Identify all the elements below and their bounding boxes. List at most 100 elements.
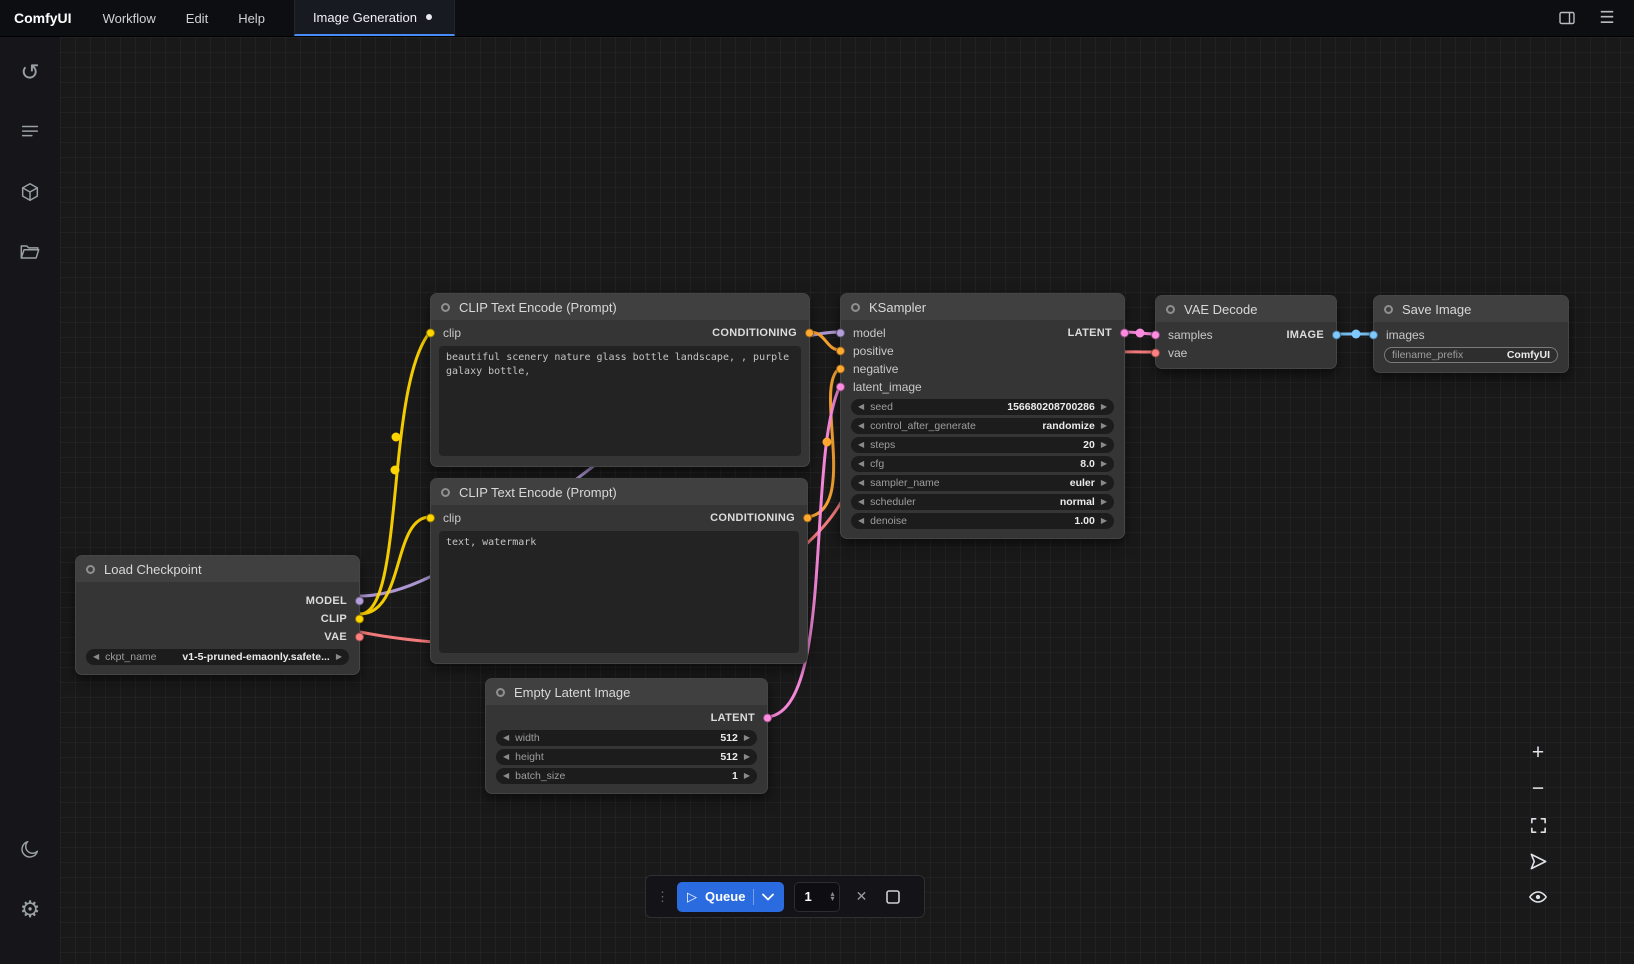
decrement-arrow-icon[interactable]: ◀ bbox=[503, 753, 509, 761]
decrement-arrow-icon[interactable]: ◀ bbox=[858, 441, 864, 449]
node-header[interactable]: CLIP Text Encode (Prompt) bbox=[431, 294, 809, 320]
toggle-visibility-eye-icon[interactable] bbox=[1526, 885, 1550, 909]
batch-count-input[interactable]: 1 ▴ ▾ bbox=[794, 882, 840, 912]
collapse-toggle[interactable] bbox=[496, 688, 505, 697]
widget-scheduler[interactable]: ◀ scheduler normal ▶ bbox=[851, 494, 1114, 510]
widget-seed[interactable]: ◀ seed 156680208700286 ▶ bbox=[851, 399, 1114, 415]
input-dot-clip[interactable] bbox=[426, 514, 435, 523]
collapse-toggle[interactable] bbox=[1384, 305, 1393, 314]
zoom-in-icon[interactable]: + bbox=[1526, 741, 1550, 765]
node-vae-decode[interactable]: VAE Decode samples IMAGE vae bbox=[1155, 295, 1337, 369]
increment-arrow-icon[interactable]: ▶ bbox=[1101, 517, 1107, 525]
node-header[interactable]: Empty Latent Image bbox=[486, 679, 767, 705]
menu-workflow[interactable]: Workflow bbox=[88, 0, 171, 36]
output-dot-vae[interactable] bbox=[355, 633, 364, 642]
clear-queue-icon[interactable]: ✕ bbox=[850, 886, 872, 908]
collapse-toggle[interactable] bbox=[441, 488, 450, 497]
widget-filename-prefix[interactable]: filename_prefix ComfyUI bbox=[1384, 347, 1558, 363]
decrement-arrow-icon[interactable]: ◀ bbox=[93, 653, 99, 661]
input-dot-latent-image[interactable] bbox=[836, 383, 845, 392]
output-dot-conditioning[interactable] bbox=[803, 514, 812, 523]
increment-arrow-icon[interactable]: ▶ bbox=[336, 653, 342, 661]
increment-arrow-icon[interactable]: ▶ bbox=[744, 734, 750, 742]
widget-ckpt-name[interactable]: ◀ ckpt_name v1-5-pruned-emaonly.safete..… bbox=[86, 649, 349, 665]
decrement-arrow-icon[interactable]: ◀ bbox=[858, 460, 864, 468]
output-dot-conditioning[interactable] bbox=[805, 329, 814, 338]
input-dot-positive[interactable] bbox=[836, 347, 845, 356]
node-header[interactable]: CLIP Text Encode (Prompt) bbox=[431, 479, 807, 505]
output-dot-image[interactable] bbox=[1332, 331, 1341, 340]
input-dot-vae[interactable] bbox=[1151, 349, 1160, 358]
zoom-out-icon[interactable]: − bbox=[1526, 777, 1550, 801]
node-clip-text-encode-negative[interactable]: CLIP Text Encode (Prompt) clip CONDITION… bbox=[430, 478, 808, 664]
history-icon[interactable]: ↺ bbox=[11, 53, 49, 91]
node-canvas[interactable]: Load Checkpoint MODEL CLIP VAE ◀ bbox=[60, 37, 1634, 964]
widget-cfg[interactable]: ◀ cfg 8.0 ▶ bbox=[851, 456, 1114, 472]
step-down-icon[interactable]: ▾ bbox=[830, 897, 834, 902]
prompt-textarea[interactable]: text, watermark bbox=[439, 531, 799, 653]
node-header[interactable]: Load Checkpoint bbox=[76, 556, 359, 582]
increment-arrow-icon[interactable]: ▶ bbox=[1101, 441, 1107, 449]
node-empty-latent-image[interactable]: Empty Latent Image LATENT ◀ width 512 ▶ … bbox=[485, 678, 768, 794]
node-library-cube-icon[interactable] bbox=[11, 173, 49, 211]
collapse-toggle[interactable] bbox=[1166, 305, 1175, 314]
node-ksampler[interactable]: KSampler model LATENT positive negative bbox=[840, 293, 1125, 539]
decrement-arrow-icon[interactable]: ◀ bbox=[503, 734, 509, 742]
menu-help[interactable]: Help bbox=[223, 0, 280, 36]
collapse-toggle[interactable] bbox=[851, 303, 860, 312]
increment-arrow-icon[interactable]: ▶ bbox=[1101, 479, 1107, 487]
widget-control-after-generate[interactable]: ◀ control_after_generate randomize ▶ bbox=[851, 418, 1114, 434]
widget-sampler-name[interactable]: ◀ sampler_name euler ▶ bbox=[851, 475, 1114, 491]
node-load-checkpoint[interactable]: Load Checkpoint MODEL CLIP VAE ◀ bbox=[75, 555, 360, 675]
collapse-toggle[interactable] bbox=[86, 565, 95, 574]
node-header[interactable]: Save Image bbox=[1374, 296, 1568, 322]
output-dot-clip[interactable] bbox=[355, 615, 364, 624]
node-clip-text-encode-positive[interactable]: CLIP Text Encode (Prompt) clip CONDITION… bbox=[430, 293, 810, 467]
select-mode-arrow-icon[interactable] bbox=[1526, 849, 1550, 873]
increment-arrow-icon[interactable]: ▶ bbox=[1101, 460, 1107, 468]
widget-steps[interactable]: ◀ steps 20 ▶ bbox=[851, 437, 1114, 453]
decrement-arrow-icon[interactable]: ◀ bbox=[858, 517, 864, 525]
decrement-arrow-icon[interactable]: ◀ bbox=[858, 422, 864, 430]
menu-edit[interactable]: Edit bbox=[171, 0, 223, 36]
input-dot-negative[interactable] bbox=[836, 365, 845, 374]
queue-button[interactable]: ▷ Queue bbox=[677, 882, 784, 912]
widget-width[interactable]: ◀ width 512 ▶ bbox=[496, 730, 757, 746]
increment-arrow-icon[interactable]: ▶ bbox=[1101, 498, 1107, 506]
widget-height[interactable]: ◀ height 512 ▶ bbox=[496, 749, 757, 765]
output-dot-model[interactable] bbox=[355, 597, 364, 606]
increment-arrow-icon[interactable]: ▶ bbox=[744, 753, 750, 761]
decrement-arrow-icon[interactable]: ◀ bbox=[503, 772, 509, 780]
log-list-icon[interactable] bbox=[11, 113, 49, 151]
widget-denoise[interactable]: ◀ denoise 1.00 ▶ bbox=[851, 513, 1114, 529]
decrement-arrow-icon[interactable]: ◀ bbox=[858, 498, 864, 506]
hamburger-menu-icon[interactable]: ☰ bbox=[1594, 5, 1620, 31]
input-dot-samples[interactable] bbox=[1151, 331, 1160, 340]
prompt-textarea[interactable]: beautiful scenery nature glass bottle la… bbox=[439, 346, 801, 456]
theme-moon-icon[interactable] bbox=[11, 830, 49, 868]
stop-icon[interactable] bbox=[882, 886, 904, 908]
widget-batch-size[interactable]: ◀ batch_size 1 ▶ bbox=[496, 768, 757, 784]
input-dot-model[interactable] bbox=[836, 329, 845, 338]
node-header[interactable]: KSampler bbox=[841, 294, 1124, 320]
increment-arrow-icon[interactable]: ▶ bbox=[1101, 422, 1107, 430]
output-dot-latent[interactable] bbox=[1120, 329, 1129, 338]
decrement-arrow-icon[interactable]: ◀ bbox=[858, 479, 864, 487]
node-save-image[interactable]: Save Image images filename_prefix ComfyU… bbox=[1373, 295, 1569, 373]
input-dot-clip[interactable] bbox=[426, 329, 435, 338]
chevron-down-icon[interactable] bbox=[762, 893, 774, 901]
node-header[interactable]: VAE Decode bbox=[1156, 296, 1336, 322]
drag-handle-icon[interactable]: ⋮ bbox=[656, 889, 667, 905]
fit-view-icon[interactable] bbox=[1526, 813, 1550, 837]
increment-arrow-icon[interactable]: ▶ bbox=[1101, 403, 1107, 411]
output-dot-latent[interactable] bbox=[763, 714, 772, 723]
settings-gear-icon[interactable]: ⚙ bbox=[11, 890, 49, 928]
increment-arrow-icon[interactable]: ▶ bbox=[744, 772, 750, 780]
tab-image-generation[interactable]: Image Generation bbox=[294, 0, 455, 36]
workflows-folder-icon[interactable] bbox=[11, 233, 49, 271]
panel-toggle-icon[interactable] bbox=[1554, 5, 1580, 31]
decrement-arrow-icon[interactable]: ◀ bbox=[858, 403, 864, 411]
app-logo[interactable]: ComfyUI bbox=[0, 0, 88, 36]
collapse-toggle[interactable] bbox=[441, 303, 450, 312]
input-dot-images[interactable] bbox=[1369, 331, 1378, 340]
